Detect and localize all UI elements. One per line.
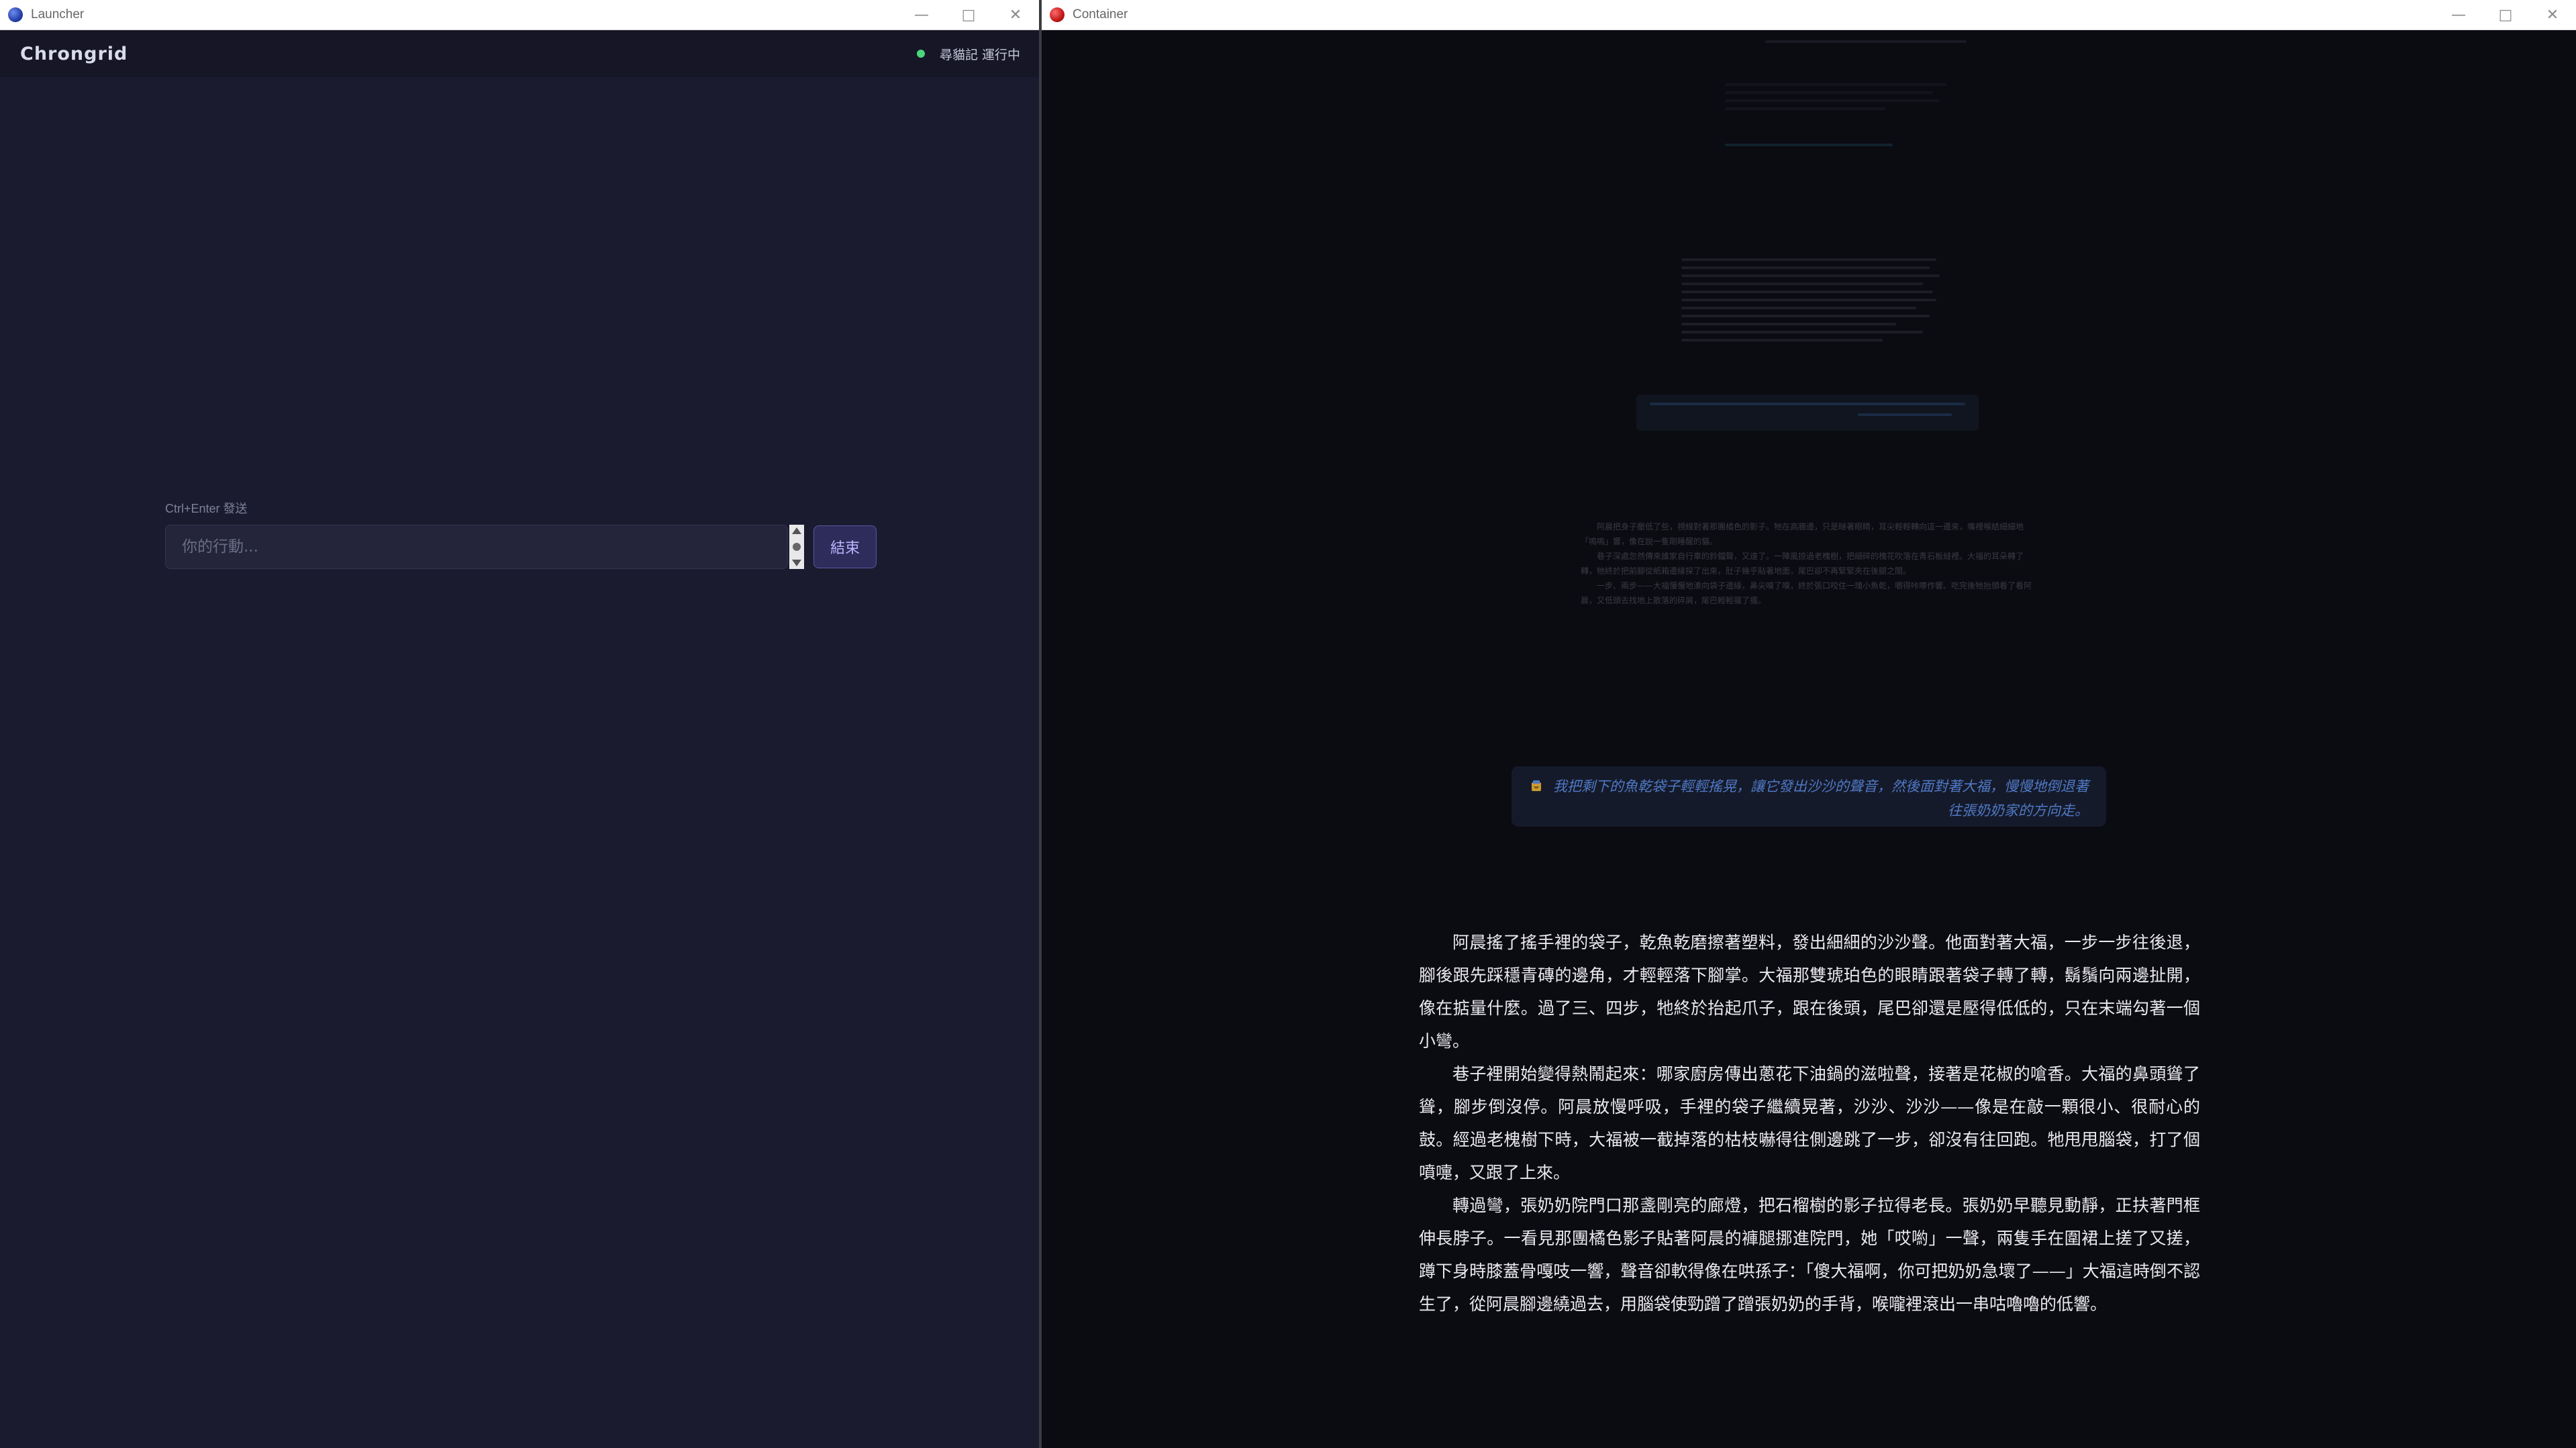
close-button[interactable]: ✕ xyxy=(2529,0,2576,30)
faded-paragraph: 一步、兩步——大福慢慢地湊向袋子邊緣，鼻尖嗅了嗅，終於張口咬住一塊小魚乾，嚼得咔… xyxy=(1581,581,2032,605)
player-action-text: 我把剩下的魚乾袋子輕輕搖晃，讓它發出沙沙的聲音，然後面對著大福，慢慢地倒退著往張… xyxy=(1553,778,2089,819)
player-action-callout: 我把剩下的魚乾袋子輕輕搖晃，讓它發出沙沙的聲音，然後面對著大福，慢慢地倒退著往張… xyxy=(1512,766,2106,827)
faded-story-previous: 阿晨把身子壓低了些，視線對著那團橘色的影子。牠在高牆邊，只是瞇著眼睛，耳尖輕輕轉… xyxy=(1581,519,2037,608)
faded-player-action-box xyxy=(1636,395,1979,431)
container-window-controls: — □ ✕ xyxy=(2435,0,2576,30)
scroll-up-arrow-icon[interactable] xyxy=(792,527,802,534)
launcher-titlebar[interactable]: Launcher — □ ✕ xyxy=(0,0,1039,30)
brand-name: Chrongrid xyxy=(20,43,128,64)
input-scrollbar[interactable] xyxy=(789,525,805,569)
minimize-button[interactable]: — xyxy=(2435,0,2482,30)
minimize-button[interactable]: — xyxy=(898,0,945,30)
launcher-app-icon xyxy=(8,7,23,22)
faded-history-middle xyxy=(1681,258,1943,347)
faded-paragraph: 阿晨把身子壓低了些，視線對著那團橘色的影子。牠在高牆邊，只是瞇著眼睛，耳尖輕輕轉… xyxy=(1581,522,2024,546)
story-paragraph: 轉過彎，張奶奶院門口那盞剛亮的廊燈，把石榴樹的影子拉得老長。張奶奶早聽見動靜，正… xyxy=(1419,1196,2200,1314)
launcher-window: Launcher — □ ✕ Chrongrid 尋貓記 運行中 Ctrl+En… xyxy=(0,0,1039,1448)
end-button[interactable]: 結束 xyxy=(813,525,877,568)
close-button[interactable]: ✕ xyxy=(992,0,1039,30)
container-app-icon xyxy=(1050,7,1064,22)
action-input-area: Ctrl+Enter 發送 結束 xyxy=(165,499,877,569)
maximize-button[interactable]: □ xyxy=(945,0,992,30)
app-header: Chrongrid 尋貓記 運行中 xyxy=(0,30,1039,77)
status-indicator: 尋貓記 運行中 xyxy=(916,45,1020,63)
story-paragraph: 巷子裡開始變得熱鬧起來：哪家廚房傳出蔥花下油鍋的滋啦聲，接著是花椒的嗆香。大福的… xyxy=(1419,1064,2200,1182)
container-window-title: Container xyxy=(1073,7,1128,21)
story-output: 阿晨搖了搖手裡的袋子，乾魚乾磨擦著塑料，發出細細的沙沙聲。他面對著大福，一步一步… xyxy=(1419,926,2200,1321)
container-titlebar[interactable]: Container — □ ✕ xyxy=(1042,0,2576,30)
status-text: 尋貓記 運行中 xyxy=(939,47,1020,62)
action-input[interactable] xyxy=(165,525,789,569)
faded-paragraph: 巷子深處忽然傳來誰家自行車的鈴鐺聲，又遠了。一陣風掠過老槐樹，把細碎的槐花吹落在… xyxy=(1581,552,2024,576)
input-row: 結束 xyxy=(165,525,877,569)
launcher-window-title: Launcher xyxy=(31,7,85,21)
status-dot-icon xyxy=(916,50,925,58)
story-paragraph: 阿晨搖了搖手裡的袋子，乾魚乾磨擦著塑料，發出細細的沙沙聲。他面對著大福，一步一步… xyxy=(1419,933,2200,1051)
scroll-thumb[interactable] xyxy=(793,543,801,551)
faded-history-top xyxy=(1725,40,2007,152)
fish-bag-icon xyxy=(1532,780,1541,791)
send-hint: Ctrl+Enter 發送 xyxy=(165,502,248,515)
launcher-window-controls: — □ ✕ xyxy=(898,0,1039,30)
maximize-button[interactable]: □ xyxy=(2482,0,2529,30)
scroll-down-arrow-icon[interactable] xyxy=(792,560,802,566)
